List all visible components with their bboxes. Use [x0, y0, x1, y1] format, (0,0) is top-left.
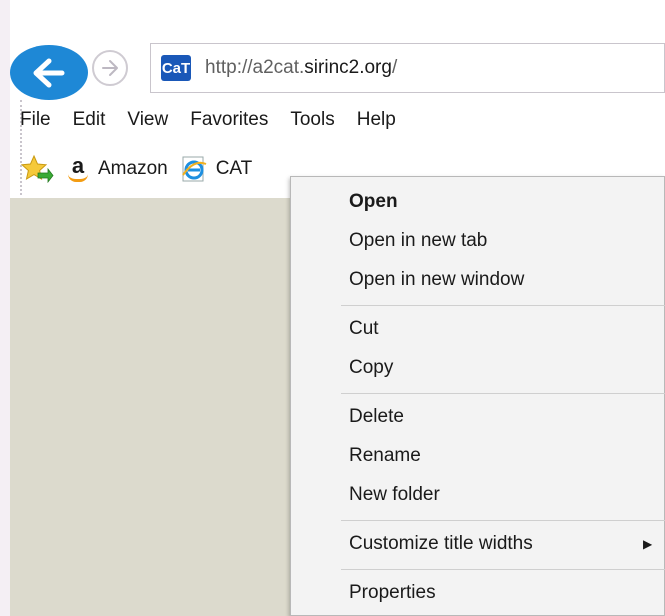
menu-edit[interactable]: Edit	[73, 109, 106, 131]
menu-item-customize-title-widths[interactable]: Customize title widths	[349, 529, 659, 559]
menu-item-copy[interactable]: Copy	[349, 353, 393, 383]
menu-item-open-new-window[interactable]: Open in new window	[349, 265, 524, 295]
menu-item-open[interactable]: Open	[349, 187, 398, 217]
context-menu: Open Open in new tab Open in new window …	[290, 176, 665, 616]
amazon-icon: a	[66, 155, 90, 182]
forward-button[interactable]	[92, 50, 128, 86]
menu-separator	[341, 305, 665, 306]
menu-item-open-new-tab[interactable]: Open in new tab	[349, 226, 487, 256]
url-prefix: http://a2cat.	[205, 57, 305, 78]
ie-icon	[181, 156, 207, 182]
site-favicon-icon: CaT	[161, 55, 191, 81]
menu-separator	[341, 393, 665, 394]
back-arrow-icon	[33, 58, 65, 87]
back-button[interactable]	[10, 45, 88, 100]
menu-item-rename[interactable]: Rename	[349, 441, 421, 471]
favorite-cat[interactable]: CAT	[180, 155, 253, 183]
address-bar[interactable]: CaT http://a2cat.sirinc2.org/	[150, 43, 665, 93]
menu-item-cut[interactable]: Cut	[349, 314, 379, 344]
menu-separator	[341, 569, 665, 570]
customize-label: Customize title widths	[349, 533, 533, 554]
forward-arrow-icon	[102, 60, 118, 76]
favorites-bar: a Amazon CAT	[20, 148, 264, 190]
favorite-amazon-label: Amazon	[98, 158, 168, 179]
menu-item-properties[interactable]: Properties	[349, 578, 436, 608]
menu-tools[interactable]: Tools	[290, 109, 334, 131]
favorites-star-icon	[20, 154, 54, 184]
favorite-amazon[interactable]: a Amazon	[66, 155, 168, 182]
favorite-cat-label: CAT	[215, 158, 253, 179]
url-text[interactable]: http://a2cat.sirinc2.org/	[205, 57, 397, 79]
submenu-arrow-icon: ▶	[643, 537, 653, 551]
menu-file[interactable]: File	[20, 109, 51, 131]
menu-help[interactable]: Help	[357, 109, 396, 131]
menu-separator	[341, 520, 665, 521]
add-to-favorites-button[interactable]	[20, 154, 54, 184]
url-suffix: /	[391, 57, 398, 78]
menu-bar: File Edit View Favorites Tools Help	[20, 104, 418, 136]
url-host: sirinc2.org	[304, 57, 392, 78]
menu-item-new-folder[interactable]: New folder	[349, 480, 440, 510]
menu-view[interactable]: View	[127, 109, 168, 131]
menu-favorites[interactable]: Favorites	[190, 109, 268, 131]
menu-item-delete[interactable]: Delete	[349, 402, 404, 432]
